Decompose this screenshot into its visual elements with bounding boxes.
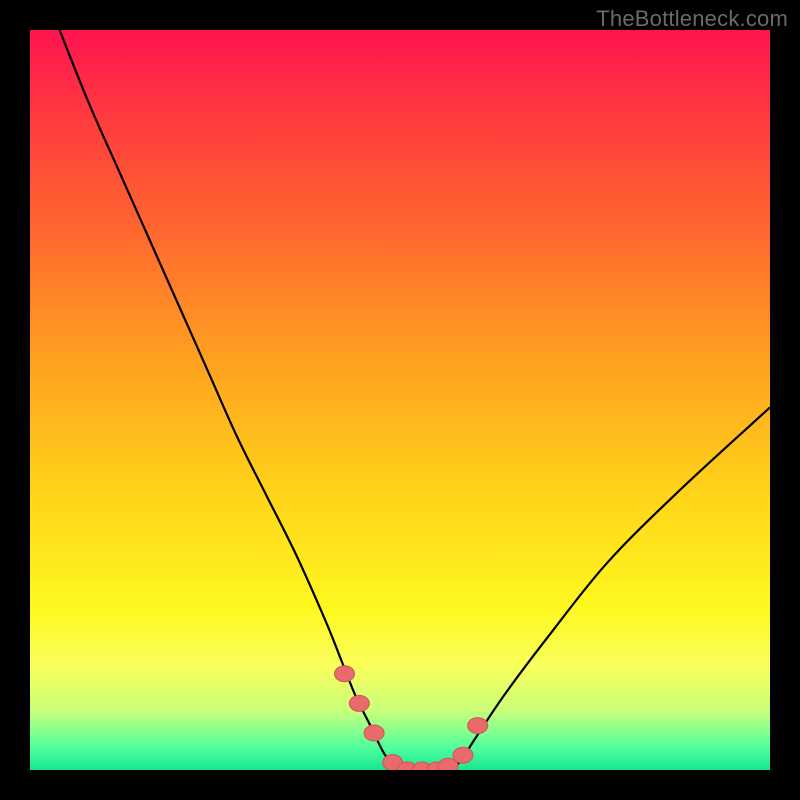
highlighted-point: [453, 747, 473, 763]
highlighted-points-group: [335, 666, 488, 770]
highlighted-point: [349, 695, 369, 711]
watermark-text: TheBottleneck.com: [596, 6, 788, 32]
plot-area: [30, 30, 770, 770]
chart-svg: [30, 30, 770, 770]
chart-frame: TheBottleneck.com: [0, 0, 800, 800]
bottleneck-curve: [60, 30, 770, 770]
highlighted-point: [468, 718, 488, 734]
highlighted-point: [364, 725, 384, 741]
highlighted-point: [335, 666, 355, 682]
